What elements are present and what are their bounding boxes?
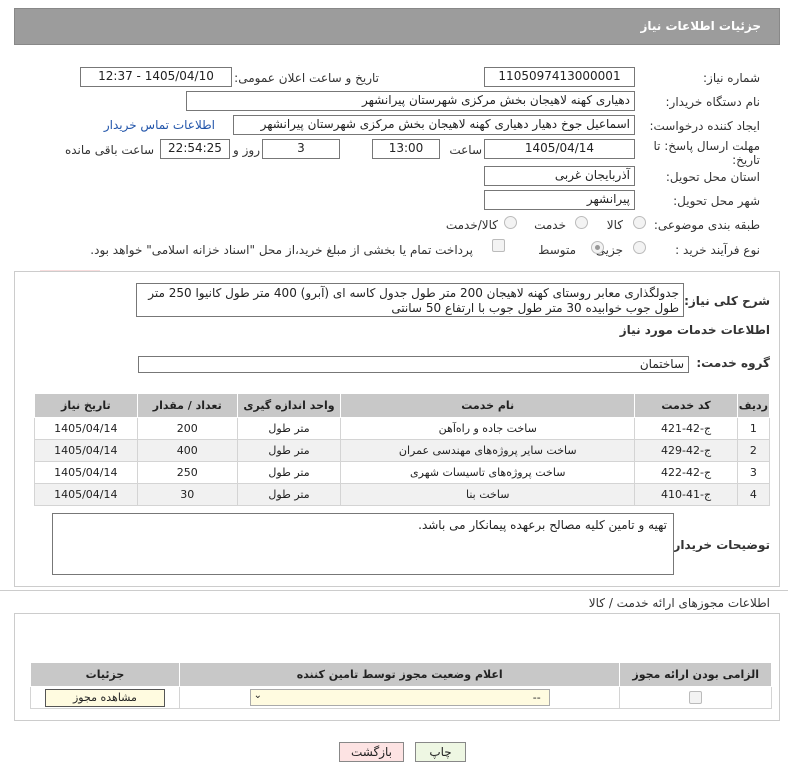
col-permit-required: الزامی بودن ارائه مجوز — [619, 662, 772, 687]
remaining-time-label: ساعت باقی مانده — [64, 143, 154, 157]
cell-unit: متر طول — [236, 417, 342, 440]
cell-date: 1405/04/14 — [34, 439, 138, 462]
col-code: کد خدمت — [634, 393, 738, 418]
description-textarea[interactable]: جدولگذاری معابر روستای کهنه لاهیجان 200 … — [136, 283, 684, 317]
cell-code: ج-42-422 — [634, 461, 738, 484]
cell-row: 2 — [736, 439, 771, 462]
announce-datetime-field: 1405/04/10 - 12:37 — [80, 67, 232, 87]
process-type-label: نوع فرآیند خرید : — [675, 243, 760, 257]
cell-unit: متر طول — [236, 483, 342, 506]
permits-table: الزامی بودن ارائه مجوز اعلام وضعیت مجوز … — [30, 662, 772, 709]
buyer-notes-label: توضیحات خریدار: — [668, 538, 770, 552]
category-radio-goods[interactable] — [633, 216, 646, 229]
col-date: تاریخ نیاز — [34, 393, 138, 418]
category-radio-both[interactable] — [504, 216, 517, 229]
category-option-goods: کالا — [606, 218, 623, 232]
description-label: شرح کلی نیاز: — [684, 294, 770, 308]
need-number-field: 1105097413000001 — [484, 67, 635, 87]
cell-qty: 250 — [136, 461, 238, 484]
services-table: ردیف کد خدمت نام خدمت واحد اندازه گیری ت… — [34, 393, 771, 506]
permit-details-cell: مشاهده مجوز — [30, 686, 180, 709]
cell-name: ساخت سایر پروژه‌های مهندسی عمران — [340, 439, 636, 462]
cell-qty: 200 — [136, 417, 238, 440]
cell-row: 3 — [736, 461, 771, 484]
remaining-time-field: 22:54:25 — [160, 139, 230, 159]
cell-date: 1405/04/14 — [34, 417, 138, 440]
page-title: جزئیات اطلاعات نیاز — [640, 19, 761, 33]
permit-status-cell: -- ⌄ — [178, 686, 621, 709]
col-unit: واحد اندازه گیری — [236, 393, 342, 418]
category-label: طبقه بندی موضوعی: — [653, 218, 760, 232]
buyer-notes-textarea[interactable]: تهیه و تامین کلیه مصالح برعهده پیمانکار … — [52, 513, 674, 575]
table-row: 1 ج-42-421 ساخت جاده و راه‌آهن متر طول 2… — [34, 417, 771, 440]
cell-qty: 30 — [136, 483, 238, 506]
col-qty: تعداد / مقدار — [136, 393, 238, 418]
cell-row: 4 — [736, 483, 771, 506]
permits-section-title: اطلاعات مجوزهای ارائه خدمت / کالا — [588, 596, 770, 610]
col-permit-status: اعلام وضعیت مجوز توسط تامین کننده — [178, 662, 621, 687]
creator-label: ایجاد کننده درخواست: — [649, 119, 760, 133]
deadline-time-field: 13:00 — [372, 139, 440, 159]
services-table-header: ردیف کد خدمت نام خدمت واحد اندازه گیری ت… — [34, 393, 771, 418]
cell-unit: متر طول — [236, 439, 342, 462]
cell-name: ساخت بنا — [340, 483, 636, 506]
service-group-field: ساختمان — [138, 356, 689, 373]
creator-field: اسماعیل جوخ دهیار دهیاری کهنه لاهیجان بخ… — [233, 115, 635, 135]
cell-code: ج-42-421 — [634, 417, 738, 440]
category-option-service: خدمت — [534, 218, 566, 232]
col-row: ردیف — [736, 393, 771, 418]
service-group-label: گروه خدمت: — [696, 356, 770, 370]
divider — [0, 590, 788, 591]
category-option-both: کالا/خدمت — [445, 218, 498, 232]
cell-code: ج-41-410 — [634, 483, 738, 506]
treasury-payment-checkbox[interactable] — [492, 239, 505, 252]
province-field: آذربایجان غربی — [484, 166, 635, 186]
cell-date: 1405/04/14 — [34, 461, 138, 484]
deadline-time-label: ساعت — [449, 143, 482, 157]
remaining-days-field: 3 — [262, 139, 340, 159]
table-row: 3 ج-42-422 ساخت پروژه‌های تاسیسات شهری م… — [34, 461, 771, 484]
permit-status-value: -- — [532, 691, 541, 704]
cell-date: 1405/04/14 — [34, 483, 138, 506]
view-permit-button[interactable]: مشاهده مجوز — [44, 688, 165, 707]
permit-required-checkbox — [689, 691, 703, 705]
permit-status-select[interactable]: -- ⌄ — [249, 689, 550, 706]
need-number-label: شماره نیاز: — [703, 71, 760, 85]
buyer-org-field: دهیاری کهنه لاهیجان بخش مرکزی شهرستان پی… — [186, 91, 635, 111]
province-label: استان محل تحویل: — [665, 170, 760, 184]
process-option-medium: متوسط — [538, 243, 576, 257]
table-row: -- ⌄ مشاهده مجوز — [30, 686, 772, 709]
treasury-payment-note: پرداخت تمام یا بخشی از مبلغ خرید،از محل … — [90, 243, 473, 257]
table-row: 4 ج-41-410 ساخت بنا متر طول 30 1405/04/1… — [34, 483, 771, 506]
deadline-label: مهلت ارسال پاسخ: تا تاریخ: — [653, 139, 760, 167]
cell-row: 1 — [736, 417, 771, 440]
cell-name: ساخت جاده و راه‌آهن — [340, 417, 636, 440]
cell-qty: 400 — [136, 439, 238, 462]
table-row: 2 ج-42-429 ساخت سایر پروژه‌های مهندسی عم… — [34, 439, 771, 462]
permits-table-header: الزامی بودن ارائه مجوز اعلام وضعیت مجوز … — [30, 662, 772, 687]
process-radio-minor[interactable] — [633, 241, 646, 254]
cell-code: ج-42-429 — [634, 439, 738, 462]
process-radio-medium[interactable] — [591, 241, 604, 254]
services-section-title: اطلاعات خدمات مورد نیاز — [619, 323, 770, 337]
remaining-days-label: روز و — [233, 143, 260, 157]
chevron-down-icon: ⌄ — [253, 690, 263, 701]
col-name: نام خدمت — [340, 393, 636, 418]
page-header: جزئیات اطلاعات نیاز — [14, 8, 780, 45]
cell-name: ساخت پروژه‌های تاسیسات شهری — [340, 461, 636, 484]
back-button[interactable]: بازگشت — [339, 742, 404, 762]
permit-required-cell — [619, 686, 772, 709]
col-permit-details: جزئیات — [30, 662, 180, 687]
category-radio-service[interactable] — [575, 216, 588, 229]
announce-datetime-label: تاریخ و ساعت اعلان عمومی: — [234, 71, 379, 85]
city-label: شهر محل تحویل: — [673, 194, 760, 208]
deadline-date-field: 1405/04/14 — [484, 139, 635, 159]
city-field: پیرانشهر — [484, 190, 635, 210]
buyer-contact-link[interactable]: اطلاعات تماس خریدار — [104, 118, 215, 132]
print-button[interactable]: چاپ — [415, 742, 466, 762]
cell-unit: متر طول — [236, 461, 342, 484]
buyer-org-label: نام دستگاه خریدار: — [665, 95, 761, 109]
